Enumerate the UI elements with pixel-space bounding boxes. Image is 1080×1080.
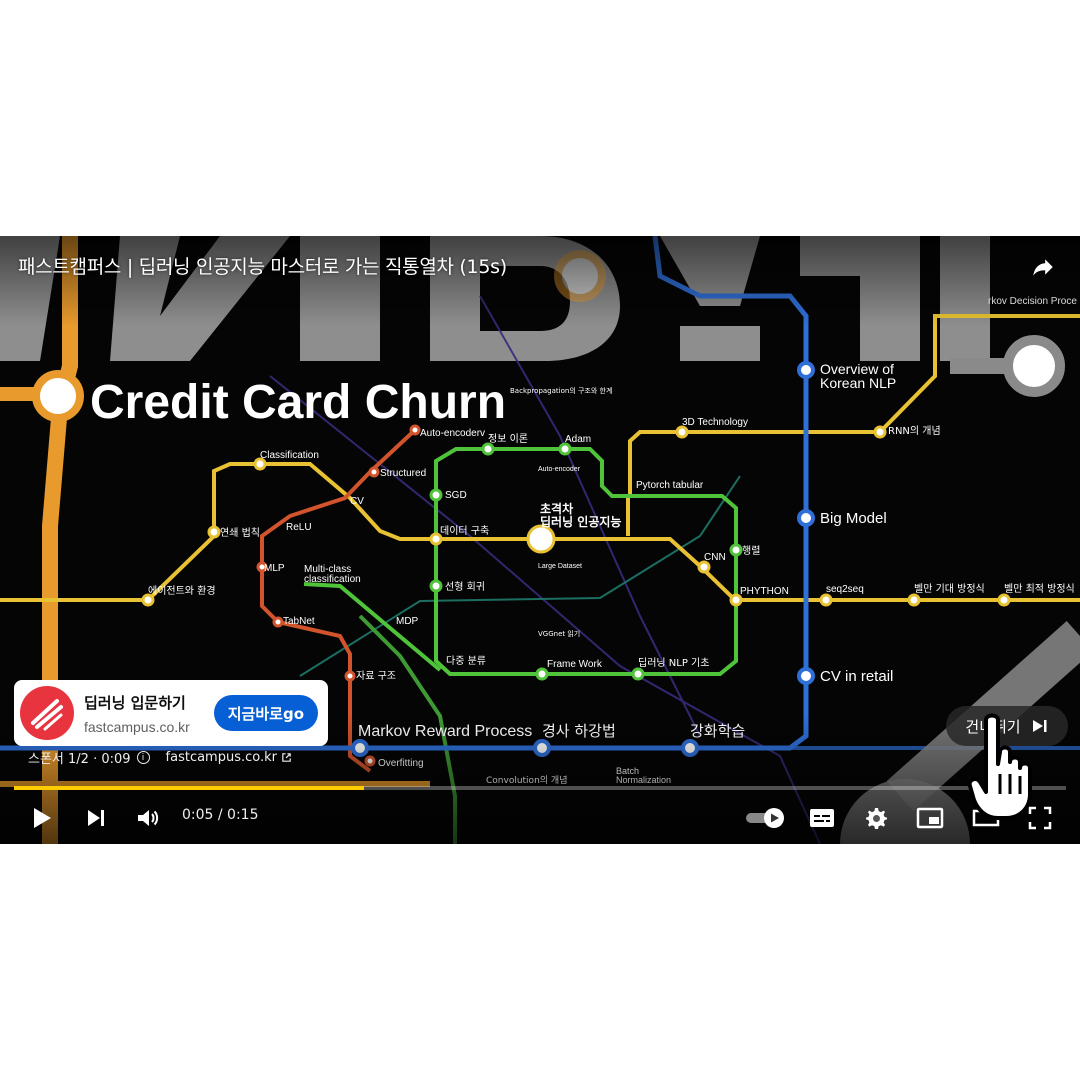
svg-text:MDP: MDP xyxy=(396,616,419,627)
autoplay-toggle[interactable] xyxy=(742,796,788,840)
svg-text:3D Technology: 3D Technology xyxy=(682,417,748,428)
svg-text:CV: CV xyxy=(350,496,364,507)
subtitles-icon xyxy=(810,809,834,827)
play-button[interactable] xyxy=(24,796,60,840)
frame-heading: Credit Card Churn xyxy=(90,376,506,429)
svg-text:에이전트와 환경: 에이전트와 환경 xyxy=(148,584,216,597)
ad-logo xyxy=(20,686,74,740)
svg-text:연쇄 법칙: 연쇄 법칙 xyxy=(220,527,260,539)
ad-domain: fastcampus.co.kr xyxy=(84,718,190,735)
control-bar: 0:05 / 0:15 xyxy=(0,796,1080,840)
svg-text:RNN의 개념: RNN의 개념 xyxy=(888,425,941,437)
svg-text:벨만 최적 방정식: 벨만 최적 방정식 xyxy=(1004,583,1075,595)
svg-text:VGGnet 읽기: VGGnet 읽기 xyxy=(538,629,580,638)
sponsor-text: 스폰서 1/2 · 0:09 xyxy=(28,752,131,767)
video-player[interactable]: Credit Card Churn 초격차 딥러닝 인공지능 Auto-enco… xyxy=(0,236,1080,844)
svg-text:Classification: Classification xyxy=(260,450,319,461)
svg-text:CNN: CNN xyxy=(704,552,726,563)
svg-text:MLP: MLP xyxy=(264,563,285,574)
volume-button[interactable] xyxy=(130,796,166,840)
svg-text:자료 구조: 자료 구조 xyxy=(356,670,396,682)
sponsor-link[interactable]: fastcampus.co.kr xyxy=(166,750,292,765)
svg-text:다중 분류: 다중 분류 xyxy=(446,655,486,667)
miniplayer-button[interactable] xyxy=(912,796,948,840)
time-display: 0:05 / 0:15 xyxy=(182,807,259,823)
svg-text:Korean NLP: Korean NLP xyxy=(820,375,896,391)
share-icon xyxy=(1033,259,1053,276)
svg-text:ReLU: ReLU xyxy=(286,522,312,533)
svg-text:Backpropagation의 구조와 한계: Backpropagation의 구조와 한계 xyxy=(510,386,612,395)
svg-text:Big Model: Big Model xyxy=(820,510,887,527)
sponsor-link-text: fastcampus.co.kr xyxy=(165,750,277,765)
svg-text:Auto-encoderv: Auto-encoderv xyxy=(420,428,485,439)
share-button[interactable] xyxy=(1026,250,1060,284)
next-icon xyxy=(88,810,104,826)
svg-text:정보 이론: 정보 이론 xyxy=(488,433,528,445)
settings-icon xyxy=(866,808,887,829)
svg-text:초격차: 초격차 xyxy=(540,501,573,516)
svg-text:CV in retail: CV in retail xyxy=(820,668,893,685)
svg-text:TabNet: TabNet xyxy=(283,616,315,627)
external-link-icon xyxy=(282,753,291,762)
svg-text:Frame Work: Frame Work xyxy=(547,659,603,670)
ad-title: 딥러닝 입문하기 xyxy=(84,693,186,712)
volume-icon xyxy=(138,810,159,826)
miniplayer-icon xyxy=(916,807,944,829)
svg-text:Auto-encoder: Auto-encoder xyxy=(538,466,581,473)
svg-text:classification: classification xyxy=(304,574,361,585)
sponsor-line: 스폰서 1/2 · 0:09 i fastcampus.co.kr xyxy=(28,748,292,767)
progress-fill xyxy=(14,786,365,790)
svg-text:SGD: SGD xyxy=(445,490,467,501)
svg-text:seq2seq: seq2seq xyxy=(826,584,864,595)
svg-text:데이터 구축: 데이터 구축 xyxy=(440,525,489,537)
svg-text:딥러닝 NLP 기초: 딥러닝 NLP 기초 xyxy=(638,657,709,669)
svg-text:Structured: Structured xyxy=(380,468,426,479)
info-icon[interactable]: i xyxy=(136,751,150,764)
autoplay-toggle-icon xyxy=(746,808,784,828)
play-icon xyxy=(34,808,51,828)
top-gradient xyxy=(0,236,1080,326)
ad-text: 딥러닝 입문하기 fastcampus.co.kr xyxy=(84,692,214,735)
ad-card[interactable]: 딥러닝 입문하기 fastcampus.co.kr 지금바로go xyxy=(14,680,328,746)
svg-text:벨만 기대 방정식: 벨만 기대 방정식 xyxy=(914,583,985,595)
svg-text:Pytorch tabular: Pytorch tabular xyxy=(636,480,704,491)
svg-text:Large Dataset: Large Dataset xyxy=(538,563,582,570)
svg-text:선형 회귀: 선형 회귀 xyxy=(445,581,485,593)
hand-cursor-icon xyxy=(968,713,1032,820)
svg-text:행렬: 행렬 xyxy=(742,544,760,557)
video-title[interactable]: 패스트캠퍼스 | 딥러닝 인공지능 마스터로 가는 직통열차 (15s) xyxy=(18,252,507,279)
svg-text:PHYTHON: PHYTHON xyxy=(740,586,789,597)
subtitles-button[interactable] xyxy=(804,796,840,840)
ad-cta-button[interactable]: 지금바로go xyxy=(213,695,318,731)
svg-text:Adam: Adam xyxy=(565,434,591,445)
progress-bar[interactable] xyxy=(14,786,1066,790)
next-button[interactable] xyxy=(78,796,114,840)
svg-text:딥러닝 인공지능: 딥러닝 인공지능 xyxy=(540,514,621,529)
fastcampus-logo-icon xyxy=(31,699,63,731)
settings-button[interactable] xyxy=(858,796,894,840)
